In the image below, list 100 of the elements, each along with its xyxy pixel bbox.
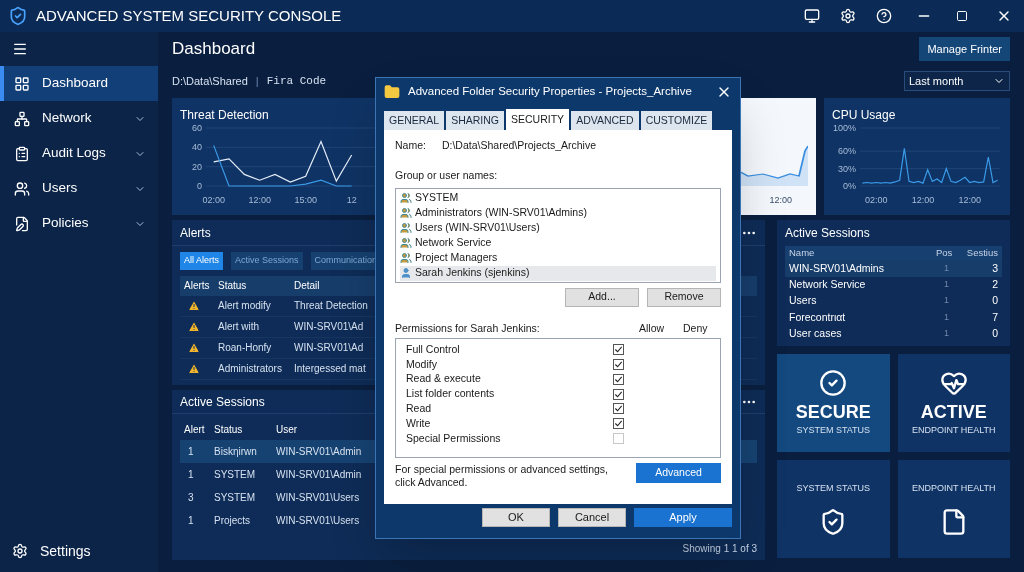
path-text: D:\Data\Shared xyxy=(172,73,248,89)
sidebar-item[interactable]: Users xyxy=(0,171,158,206)
section-label: Group or user names: xyxy=(395,167,499,183)
advanced-button[interactable]: Advanced xyxy=(636,463,721,484)
axis-label: 12:00 xyxy=(911,194,935,207)
dialog-button[interactable]: Cancel xyxy=(558,508,626,527)
list-item[interactable]: Sarah Jenkins (sjenkins) xyxy=(400,265,716,281)
checkbox[interactable] xyxy=(613,358,624,370)
checkbox[interactable] xyxy=(613,344,624,356)
sidebar-item[interactable]: Policies xyxy=(0,206,158,241)
heart-pulse-icon xyxy=(939,369,968,397)
column-header: Status xyxy=(213,422,244,437)
network-icon xyxy=(14,110,30,127)
list-item[interactable]: Users (WIN-SRV01\Users) xyxy=(400,220,716,236)
page-title: Dashboard xyxy=(172,38,256,61)
axis-label: 12 xyxy=(346,194,357,207)
column-header: Deny xyxy=(683,320,709,336)
tab[interactable]: SHARING xyxy=(446,111,505,130)
field-label: Name: xyxy=(395,138,426,153)
section-label: Permissions for Sarah Jenkins: xyxy=(395,320,541,336)
axis-label: 12:00 xyxy=(958,194,981,207)
filter-chip[interactable]: Active Sessions xyxy=(231,252,303,270)
tab[interactable]: CUSTOMIZE xyxy=(640,111,713,130)
table-cell-text: WIN-SRV01\Ad xyxy=(293,341,364,355)
status-label: SYSTEM STATUS xyxy=(796,482,871,496)
card-title: CPU Usage xyxy=(832,107,896,124)
users-icon xyxy=(400,222,412,234)
column-header: Status xyxy=(217,279,248,293)
table-row[interactable]: Forecontrιαt 1 7 xyxy=(785,309,1002,326)
menu-icon[interactable] xyxy=(12,41,28,57)
table-row[interactable]: User cases 1 0 xyxy=(785,325,1002,342)
axis-label: 60 xyxy=(192,124,202,133)
table-row[interactable]: Network Service 1 2 xyxy=(785,276,1002,294)
column-header: Alerts xyxy=(183,279,211,293)
status-label: ENDPOINT HEALTH xyxy=(911,482,996,496)
sidebar-item[interactable]: Settings xyxy=(0,534,158,568)
checkbox[interactable] xyxy=(613,418,624,430)
axis-label: 0% xyxy=(843,182,856,191)
panel-title: Alerts xyxy=(180,224,211,242)
dialog-button[interactable]: Apply xyxy=(634,508,732,527)
shield-logo-icon xyxy=(8,6,28,26)
sidebar-item[interactable]: Audit Logs xyxy=(0,136,158,171)
settings-icon[interactable] xyxy=(840,8,856,24)
filter-chip[interactable]: All Alerts xyxy=(180,252,223,270)
dialog-button[interactable]: OK xyxy=(482,508,550,527)
table-cell-text: Alert with xyxy=(217,320,261,334)
dialog-button[interactable]: Add... xyxy=(565,287,639,307)
warning-icon xyxy=(188,320,200,333)
permission-label: Special Permissions xyxy=(406,430,502,446)
help-icon[interactable] xyxy=(876,8,892,24)
sidebar-item[interactable]: Dashboard xyxy=(0,66,158,101)
column-header: Detail xyxy=(293,279,320,293)
list-icon xyxy=(14,145,30,162)
permission-label: Read xyxy=(406,400,433,416)
status-label: SYSTEM STATUS xyxy=(796,423,871,437)
list-item[interactable]: Network Service xyxy=(400,235,716,251)
table-cell-text: Intergessed mat xyxy=(293,362,366,376)
sidebar-item[interactable]: Network xyxy=(0,101,158,136)
name-value: D:\Data\Shared\Projects_Archive xyxy=(441,138,596,153)
column-header: User xyxy=(275,422,298,437)
column-header: Allow xyxy=(639,320,666,336)
axis-label: 02:00 xyxy=(202,194,225,207)
dialog-title: Advanced Folder Security Properties - Projects_Archive xyxy=(408,83,693,99)
permission-label: List folder contents xyxy=(406,386,496,402)
users-icon xyxy=(400,207,412,219)
checkbox[interactable] xyxy=(613,388,624,400)
column-header: Alert xyxy=(183,422,206,437)
status-value: SECURE xyxy=(795,401,871,424)
permission-label: Full Control xyxy=(406,341,461,357)
tab[interactable]: ADVANCED xyxy=(571,111,639,130)
settings-icon xyxy=(12,543,28,559)
tab[interactable]: SECURITY xyxy=(506,109,570,130)
table-row[interactable]: Users 1 0 xyxy=(785,293,1002,310)
warning-icon xyxy=(188,299,200,312)
checkbox[interactable] xyxy=(613,403,624,415)
range-dropdown[interactable]: Last month xyxy=(904,71,1010,91)
axis-label: 0 xyxy=(197,182,202,191)
column-header: Sestius xyxy=(965,246,998,261)
table-cell-text: Roan-Honfy xyxy=(217,341,273,355)
dialog-button[interactable]: Remove xyxy=(647,287,721,307)
list-item[interactable]: Administrators (WIN-SRV01\Admins) xyxy=(400,205,716,221)
folder-icon xyxy=(384,83,400,100)
users-icon xyxy=(400,237,412,249)
table-row[interactable]: WIN-SRV01\Admins 1 3 xyxy=(785,260,1002,277)
permission-label: Read & execute xyxy=(406,371,482,387)
card-title: Threat Detection xyxy=(180,107,269,124)
table-cell-text: WIN-SRV01\Ad xyxy=(293,320,364,334)
list-item[interactable]: Project Managers xyxy=(400,250,716,266)
grid-icon xyxy=(14,75,30,92)
axis-label: 12:00 xyxy=(248,194,271,207)
checkbox[interactable] xyxy=(613,373,624,385)
table-cell-text: Threat Detection xyxy=(293,299,368,313)
axis-label: 60% xyxy=(838,147,856,157)
font-name: Fira Code xyxy=(266,73,327,89)
tab[interactable]: GENERAL xyxy=(384,111,445,130)
manage-button[interactable]: Manage Frinter xyxy=(919,36,1010,62)
maximize-icon[interactable] xyxy=(956,10,968,22)
list-item[interactable]: SYSTEM xyxy=(400,190,716,206)
column-header: Pos xyxy=(936,246,954,261)
monitor-icon[interactable] xyxy=(804,8,820,24)
